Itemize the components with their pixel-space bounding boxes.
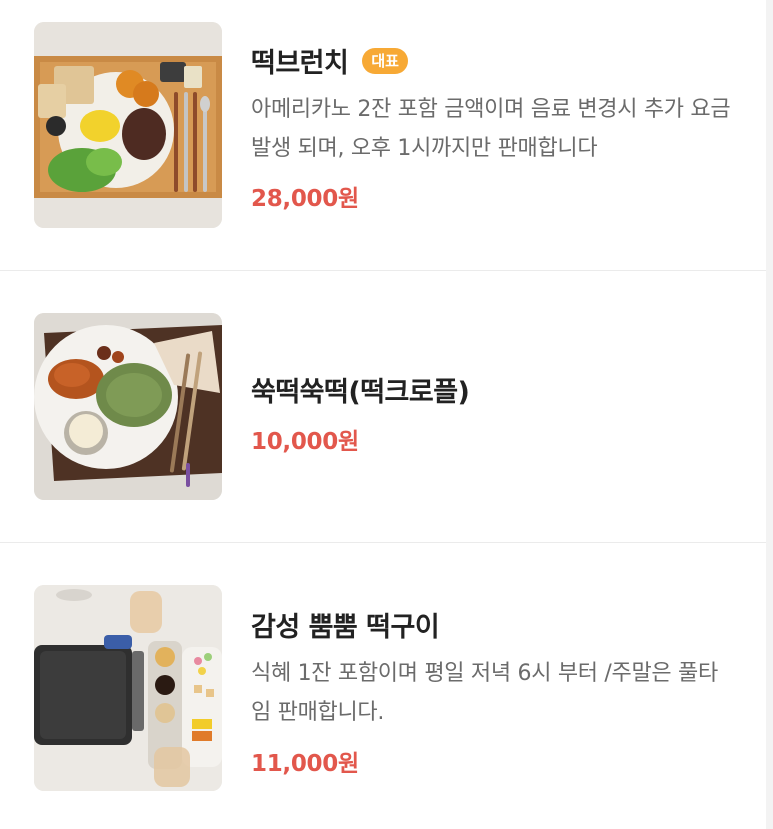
menu-item-title: 쑥떡쑥떡(떡크로플) xyxy=(251,377,470,408)
menu-item[interactable]: 떡브런치 대표 아메리카노 2잔 포함 금액이며 음료 변경시 추가 요금 발생… xyxy=(0,0,766,270)
menu-item-price: 10,000원 xyxy=(251,429,359,455)
menu-list: 떡브런치 대표 아메리카노 2잔 포함 금액이며 음료 변경시 추가 요금 발생… xyxy=(0,0,773,829)
menu-item-description: 아메리카노 2잔 포함 금액이며 음료 변경시 추가 요금 발생 되며, 오후 … xyxy=(251,97,731,161)
menu-item-image xyxy=(34,585,222,791)
menu-item-description: 식혜 1잔 포함이며 평일 저녁 6시 부터 /주말은 풀타임 판매합니다. xyxy=(251,661,718,725)
signature-badge: 대표 xyxy=(362,47,408,74)
menu-item-title: 감성 뿜뿜 떡구이 xyxy=(251,612,440,643)
menu-item[interactable]: 쑥떡쑥떡(떡크로플) 10,000원 xyxy=(0,271,766,542)
menu-item-price: 28,000원 xyxy=(251,186,359,212)
menu-item-image xyxy=(34,22,222,228)
menu-item-image xyxy=(34,313,222,500)
scrollbar[interactable] xyxy=(766,0,773,829)
menu-item-title: 떡브런치 xyxy=(251,48,349,79)
menu-item[interactable]: 감성 뿜뿜 떡구이 식혜 1잔 포함이며 평일 저녁 6시 부터 /주말은 풀타… xyxy=(0,543,766,829)
menu-item-price: 11,000원 xyxy=(251,751,359,777)
